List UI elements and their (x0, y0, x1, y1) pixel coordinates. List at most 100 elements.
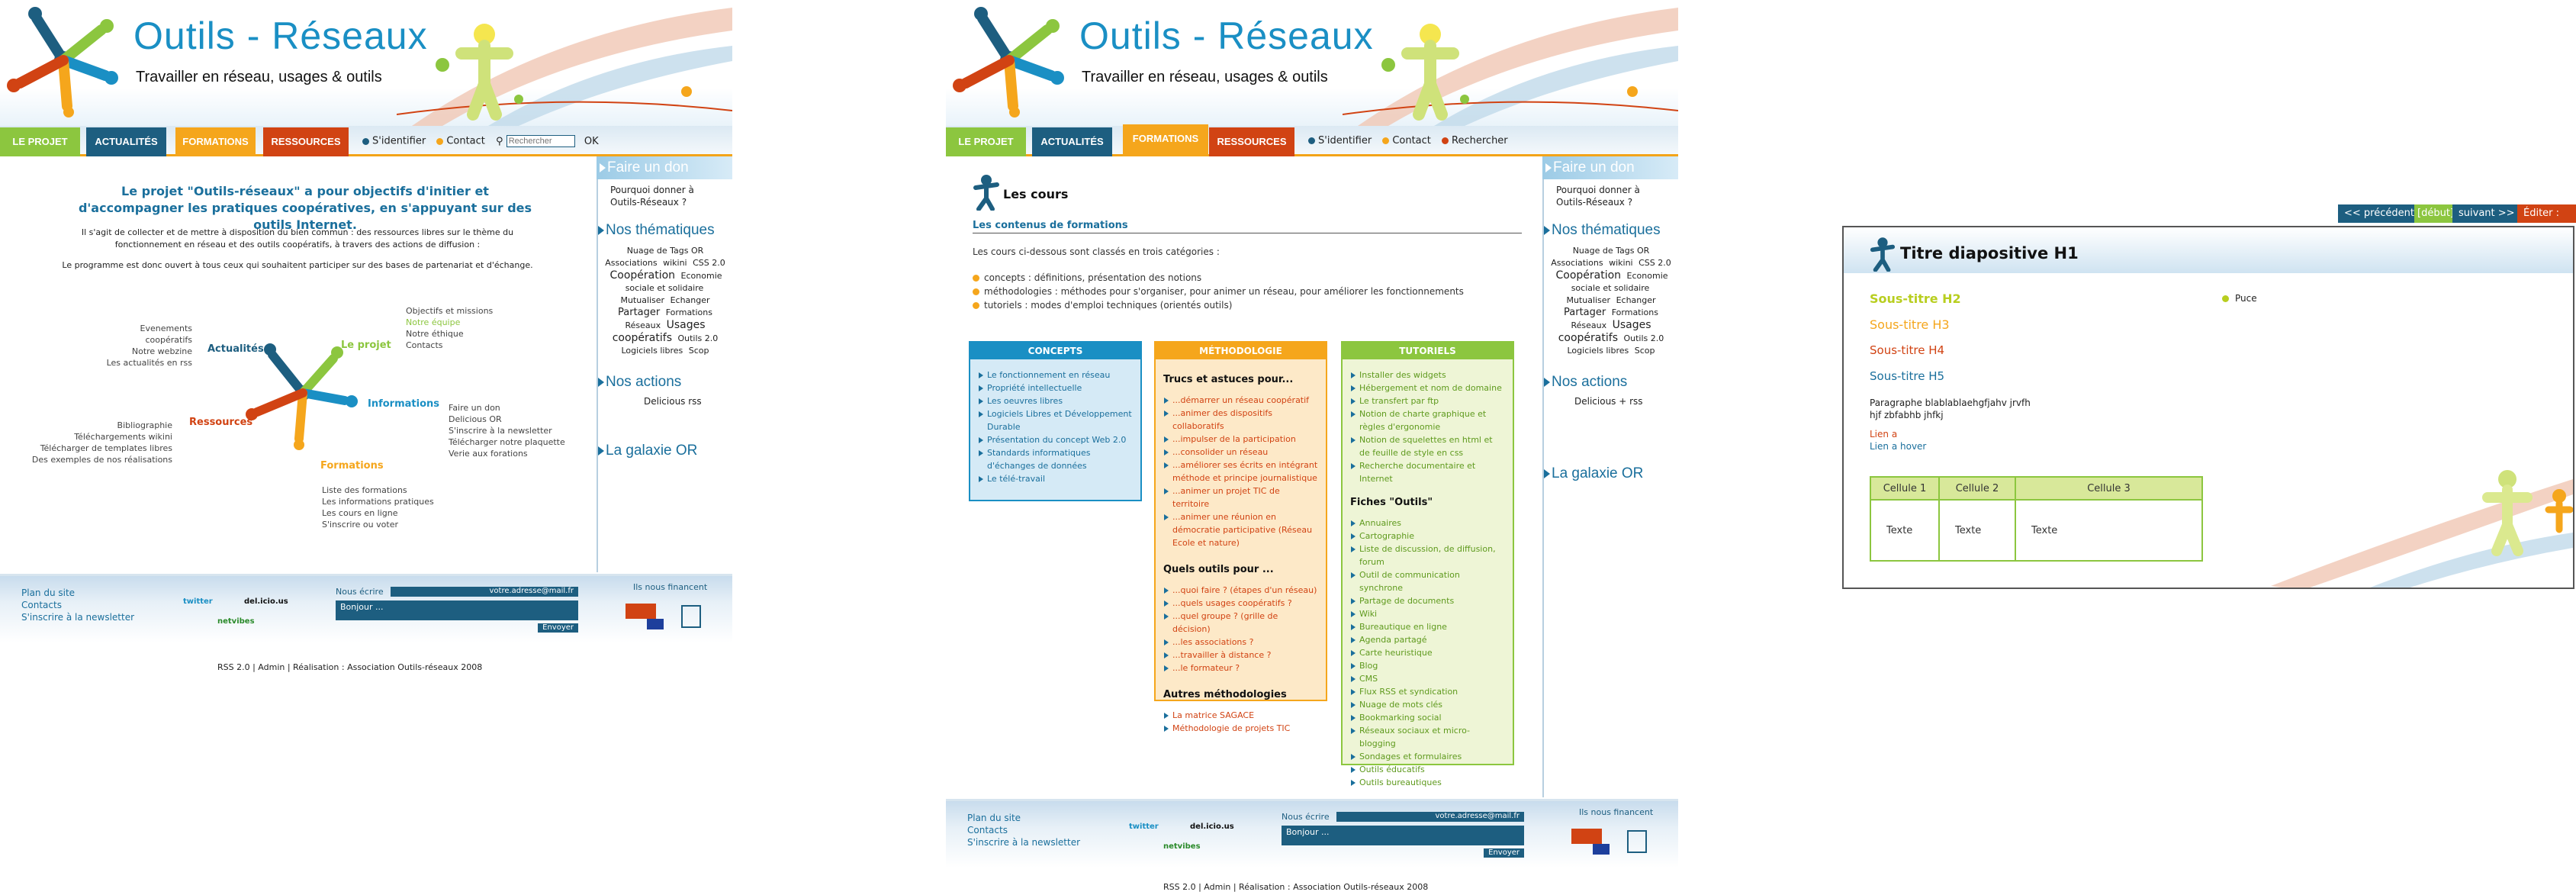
list-item[interactable]: Le transfert par ftp (1350, 394, 1505, 407)
tag[interactable]: CSS 2.0 (693, 258, 725, 268)
funder-logo-icon[interactable] (626, 604, 656, 619)
slide-link[interactable]: Lien a (1870, 429, 1897, 439)
diagram-link[interactable]: Bibliographie (23, 420, 172, 431)
list-item[interactable]: ...impulser de la participation (1163, 433, 1318, 446)
footer-link-contacts[interactable]: Contacts (21, 599, 134, 611)
tag[interactable]: Mutualiser (620, 295, 664, 305)
people-logo-icon[interactable] (6, 3, 121, 118)
tag[interactable]: Scop (689, 346, 709, 356)
tag[interactable]: Coopération (609, 269, 675, 282)
credits-line[interactable]: RSS 2.0 | Admin | Réalisation : Associat… (1163, 882, 1428, 892)
sidebar-galaxie-title[interactable]: La galaxie OR (598, 443, 732, 459)
tag[interactable]: Partager (618, 307, 660, 318)
list-item[interactable]: Notion de charte graphique et règles d'e… (1350, 407, 1505, 433)
sidebar-don-text[interactable]: Pourquoi donner à Outils-Réseaux ? (598, 179, 732, 213)
list-item[interactable]: Réseaux sociaux et micro-blogging (1350, 724, 1505, 750)
tag[interactable]: CSS 2.0 (1639, 258, 1671, 268)
credits-line[interactable]: RSS 2.0 | Admin | Réalisation : Associat… (217, 662, 482, 672)
list-item[interactable]: Logiciels Libres et Développement Durabl… (978, 407, 1133, 433)
list-item[interactable]: Liste de discussion, de diffusion, forum (1350, 542, 1505, 568)
list-item[interactable]: Bureautique en ligne (1350, 620, 1505, 633)
diagram-link[interactable]: Les actualités en rss (99, 357, 192, 369)
region-logo-icon[interactable] (1627, 830, 1647, 853)
site-title[interactable]: Outils - Réseaux (1079, 14, 1374, 58)
newsletter-message-field[interactable]: Bonjour ... (336, 600, 578, 620)
netvibes-badge-icon[interactable]: netvibes (1163, 842, 1201, 851)
list-item[interactable]: Wiki (1350, 607, 1505, 620)
tab-formations[interactable]: FORMATIONS (175, 127, 256, 156)
search-link[interactable]: Rechercher (1452, 135, 1508, 146)
diagram-link[interactable]: S'inscrire ou voter (322, 519, 434, 530)
footer-link-sitemap[interactable]: Plan du site (967, 812, 1080, 824)
sidebar-don-text[interactable]: Pourquoi donner à Outils-Réseaux ? (1544, 179, 1678, 213)
diagram-link[interactable]: Notre webzine (99, 346, 192, 357)
tag[interactable]: Associations (1551, 258, 1603, 268)
tag[interactable]: Nuage de Tags OR (627, 246, 704, 256)
diagram-link[interactable]: Evenements coopératifs (99, 323, 192, 346)
people-logo-icon[interactable] (952, 3, 1066, 118)
diagram-link[interactable]: Liste des formations (322, 485, 434, 496)
tab-projet[interactable]: LE PROJET (946, 127, 1026, 156)
list-item[interactable]: Partage de documents (1350, 594, 1505, 607)
tag[interactable]: Usages (667, 319, 706, 331)
tag[interactable]: Mutualiser (1566, 295, 1610, 305)
newsletter-send-button[interactable]: Envoyer (1484, 848, 1524, 858)
list-item[interactable]: ...le formateur ? (1163, 662, 1318, 674)
diagram-link[interactable]: Faire un don (449, 402, 565, 414)
tag[interactable]: coopératifs (1558, 332, 1618, 344)
list-item[interactable]: Outil de communication synchrone (1350, 568, 1505, 594)
sidebar-galaxie-title[interactable]: La galaxie OR (1544, 465, 1678, 482)
list-item[interactable]: ...quel groupe ? (grille de décision) (1163, 610, 1318, 636)
diagram-link[interactable]: Des exemples de nos réalisations (23, 454, 172, 465)
tag[interactable]: Nuage de Tags OR (1573, 246, 1650, 256)
diagram-label-formations[interactable]: Formations (320, 460, 384, 472)
diagram-link[interactable]: Les cours en ligne (322, 507, 434, 519)
list-item[interactable]: ...animer un projet TIC de territoire (1163, 485, 1318, 510)
list-item[interactable]: Les oeuvres libres (978, 394, 1133, 407)
delicious-badge-icon[interactable]: del.icio.us (244, 597, 288, 606)
newsletter-message-field[interactable]: Bonjour ... (1282, 826, 1524, 845)
sidebar-actions-text[interactable]: Delicious rss (598, 391, 732, 412)
list-item[interactable]: Méthodologie de projets TIC (1163, 722, 1318, 735)
list-item[interactable]: Le fonctionnement en réseau (978, 369, 1133, 382)
funder-logo-icon[interactable] (1571, 829, 1602, 844)
tab-ressources[interactable]: RESSOURCES (263, 127, 349, 156)
list-item[interactable]: ...les associations ? (1163, 636, 1318, 649)
edit-slide-button[interactable]: Éditer : [l]-> (2517, 204, 2576, 237)
delicious-badge-icon[interactable]: del.icio.us (1190, 823, 1234, 831)
diagram-label-projet[interactable]: Le projet (341, 340, 391, 351)
tag[interactable]: Outils 2.0 (677, 333, 718, 343)
contact-link[interactable]: Contact (1392, 135, 1431, 146)
list-item[interactable]: Blog (1350, 659, 1505, 672)
slide-link-hover[interactable]: Lien a hover (1870, 441, 1926, 452)
diagram-link[interactable]: Notre équipe (406, 317, 493, 328)
tag[interactable]: Coopération (1555, 269, 1621, 282)
diagram-label-ressources[interactable]: Ressources (189, 417, 252, 428)
list-item[interactable]: Outils éducatifs (1350, 763, 1505, 776)
list-item[interactable]: CMS (1350, 672, 1505, 685)
sidebar-don-title[interactable]: Faire un don (1542, 156, 1678, 179)
prev-slide-button[interactable]: << précédent (2338, 204, 2416, 223)
list-item[interactable]: Le télé-travail (978, 472, 1133, 485)
list-item[interactable]: Présentation du concept Web 2.0 (978, 433, 1133, 446)
tag[interactable]: Outils 2.0 (1623, 333, 1664, 343)
search-ok-button[interactable]: OK (584, 136, 599, 147)
tag[interactable]: wikini (1609, 258, 1633, 268)
tab-ressources[interactable]: RESSOURCES (1209, 127, 1294, 156)
login-link[interactable]: S'identifier (1318, 135, 1372, 146)
list-item[interactable]: ...démarrer un réseau coopératif (1163, 394, 1318, 407)
diagram-link[interactable]: Delicious OR (449, 414, 565, 425)
list-item[interactable]: Propriété intellectuelle (978, 382, 1133, 394)
diagram-label-actualites[interactable]: Actualités (207, 343, 264, 355)
newsletter-email-field[interactable]: votre.adresse@mail.fr (1336, 812, 1524, 822)
twitter-badge-icon[interactable]: twitter (183, 597, 213, 606)
list-item[interactable]: Standards informatiques d'échanges de do… (978, 446, 1133, 472)
list-item[interactable]: ...quels usages coopératifs ? (1163, 597, 1318, 610)
footer-link-newsletter[interactable]: S'inscrire à la newsletter (21, 611, 134, 623)
list-item[interactable]: ...travailler à distance ? (1163, 649, 1318, 662)
tab-projet[interactable]: LE PROJET (0, 127, 80, 156)
diagram-link[interactable]: Les informations pratiques (322, 496, 434, 507)
list-item[interactable]: Sondages et formulaires (1350, 750, 1505, 763)
tab-actualites[interactable]: ACTUALITÉS (1032, 127, 1112, 156)
site-title[interactable]: Outils - Réseaux (133, 14, 428, 58)
